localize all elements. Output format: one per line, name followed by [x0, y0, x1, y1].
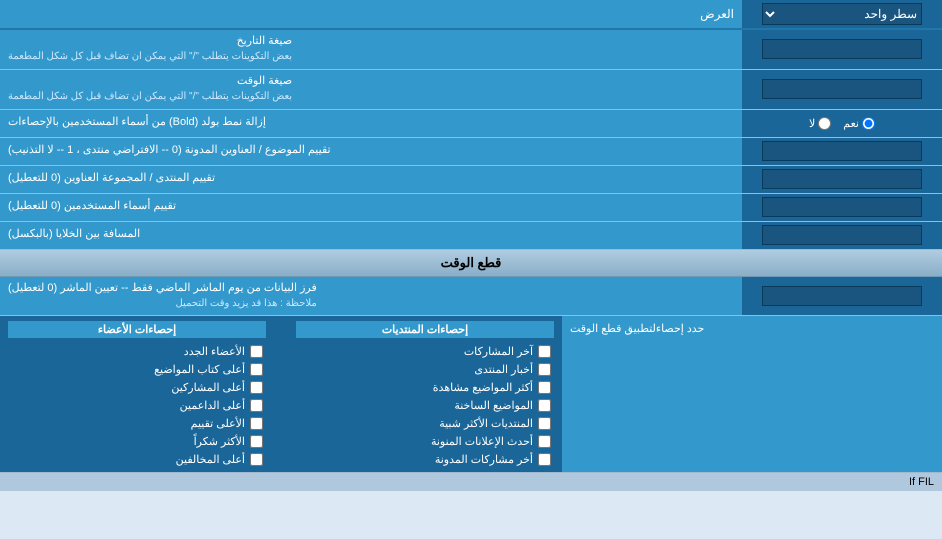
stat-item-4[interactable]: المواضيع الساخنة	[296, 398, 554, 413]
stat-item-5[interactable]: المنتديات الأكثر شبية	[296, 416, 554, 431]
display-select-wrapper: سطر واحدسطرينثلاثة أسطر	[742, 0, 942, 28]
user-names-input[interactable]: 0	[762, 197, 922, 217]
stat-checkbox-4[interactable]	[538, 399, 551, 412]
stat-checkbox-5[interactable]	[538, 417, 551, 430]
topic-order-label: تقييم الموضوع / العناوين المدونة (0 -- ا…	[0, 138, 742, 165]
bottom-note-text: If FIL	[909, 476, 934, 488]
stat-item-6[interactable]: أحدث الإعلانات المنونة	[296, 434, 554, 449]
gap-between-label: المسافة بين الخلايا (بالبكسل)	[0, 222, 742, 249]
stats-wrapper: حدد إحصاءلتطبيق قطع الوقت إحصاءات المنتد…	[0, 316, 942, 473]
user-names-input-wrapper: 0	[742, 194, 942, 221]
time-format-label: صيغة الوقتبعض التكوينات يتطلب "/" التي ي…	[0, 70, 742, 109]
forum-stats-header: إحصاءات المنتديات	[296, 321, 554, 338]
member-stats-col: إحصاءات الأعضاء الأعضاء الجدد أعلى كتاب …	[8, 321, 266, 467]
stats-time-label: حدد إحصاءلتطبيق قطع الوقت	[562, 316, 942, 472]
bottom-bar: If FIL	[0, 473, 942, 491]
topic-order-row: 33 تقييم الموضوع / العناوين المدونة (0 -…	[0, 138, 942, 166]
member-stats-header: إحصاءات الأعضاء	[8, 321, 266, 338]
bold-remove-label: إزالة نمط بولد (Bold) من أسماء المستخدمي…	[0, 110, 742, 137]
time-cut-input[interactable]: 0	[762, 286, 922, 306]
date-format-input-wrapper: d-m	[742, 30, 942, 69]
time-format-input[interactable]: H:i	[762, 79, 922, 99]
time-cut-label: فرز البيانات من يوم الماشر الماضي فقط --…	[0, 277, 742, 316]
bold-remove-radio-wrapper: نعم لا	[742, 110, 942, 137]
stat-checkbox-6[interactable]	[538, 435, 551, 448]
date-format-row: d-m صيغة التاريخبعض التكوينات يتطلب "/" …	[0, 30, 942, 70]
member-stat-item-7[interactable]: أعلى المخالفين	[8, 452, 266, 467]
user-names-row: 0 تقييم أسماء المستخدمين (0 للتعطيل)	[0, 194, 942, 222]
bold-yes-option[interactable]: نعم	[843, 117, 875, 130]
member-stat-item-4[interactable]: أعلى الداعمين	[8, 398, 266, 413]
time-format-input-wrapper: H:i	[742, 70, 942, 109]
stat-checkbox-1[interactable]	[538, 345, 551, 358]
member-stat-checkbox-7[interactable]	[250, 453, 263, 466]
member-stat-checkbox-1[interactable]	[250, 345, 263, 358]
member-stat-checkbox-5[interactable]	[250, 417, 263, 430]
stat-checkbox-7[interactable]	[538, 453, 551, 466]
member-stat-item-5[interactable]: الأعلى تقييم	[8, 416, 266, 431]
bold-no-option[interactable]: لا	[809, 117, 831, 130]
user-names-label: تقييم أسماء المستخدمين (0 للتعطيل)	[0, 194, 742, 221]
gap-between-input-wrapper: 2	[742, 222, 942, 249]
member-stat-item-2[interactable]: أعلى كتاب المواضيع	[8, 362, 266, 377]
time-cut-input-wrapper: 0	[742, 277, 942, 316]
time-cut-row: 0 فرز البيانات من يوم الماشر الماضي فقط …	[0, 277, 942, 317]
date-format-label: صيغة التاريخبعض التكوينات يتطلب "/" التي…	[0, 30, 742, 69]
member-stat-item-3[interactable]: أعلى المشاركين	[8, 380, 266, 395]
topic-order-input-wrapper: 33	[742, 138, 942, 165]
forum-order-row: 33 تقييم المنتدى / المجموعة العناوين (0 …	[0, 166, 942, 194]
gap-between-row: 2 المسافة بين الخلايا (بالبكسل)	[0, 222, 942, 250]
stats-checkboxes-area: إحصاءات المنتديات آخر المشاركات أخبار ال…	[0, 316, 562, 472]
member-stat-checkbox-2[interactable]	[250, 363, 263, 376]
topic-order-input[interactable]: 33	[762, 141, 922, 161]
time-format-row: H:i صيغة الوقتبعض التكوينات يتطلب "/" ال…	[0, 70, 942, 110]
stat-checkbox-3[interactable]	[538, 381, 551, 394]
stat-item-1[interactable]: آخر المشاركات	[296, 344, 554, 359]
member-stat-item-1[interactable]: الأعضاء الجدد	[8, 344, 266, 359]
stat-item-3[interactable]: أكثر المواضيع مشاهدة	[296, 380, 554, 395]
gap-between-input[interactable]: 2	[762, 225, 922, 245]
member-stat-item-6[interactable]: الأكثر شكراً	[8, 434, 266, 449]
stat-checkbox-2[interactable]	[538, 363, 551, 376]
forum-order-input-wrapper: 33	[742, 166, 942, 193]
bold-remove-row: نعم لا إزالة نمط بولد (Bold) من أسماء ال…	[0, 110, 942, 138]
member-stat-checkbox-4[interactable]	[250, 399, 263, 412]
bold-yes-radio[interactable]	[862, 117, 875, 130]
main-container: سطر واحدسطرينثلاثة أسطر العرض d-m صيغة ا…	[0, 0, 942, 491]
display-select[interactable]: سطر واحدسطرينثلاثة أسطر	[762, 3, 922, 25]
stat-item-7[interactable]: أخر مشاركات المدونة	[296, 452, 554, 467]
member-stat-checkbox-6[interactable]	[250, 435, 263, 448]
time-section-header: قطع الوقت	[0, 250, 942, 277]
top-header-row: سطر واحدسطرينثلاثة أسطر العرض	[0, 0, 942, 30]
stat-item-2[interactable]: أخبار المنتدى	[296, 362, 554, 377]
bold-no-radio[interactable]	[818, 117, 831, 130]
forum-order-label: تقييم المنتدى / المجموعة العناوين (0 للت…	[0, 166, 742, 193]
date-format-input[interactable]: d-m	[762, 39, 922, 59]
forum-order-input[interactable]: 33	[762, 169, 922, 189]
display-label: العرض	[0, 3, 742, 25]
forum-stats-col: إحصاءات المنتديات آخر المشاركات أخبار ال…	[296, 321, 554, 467]
member-stat-checkbox-3[interactable]	[250, 381, 263, 394]
